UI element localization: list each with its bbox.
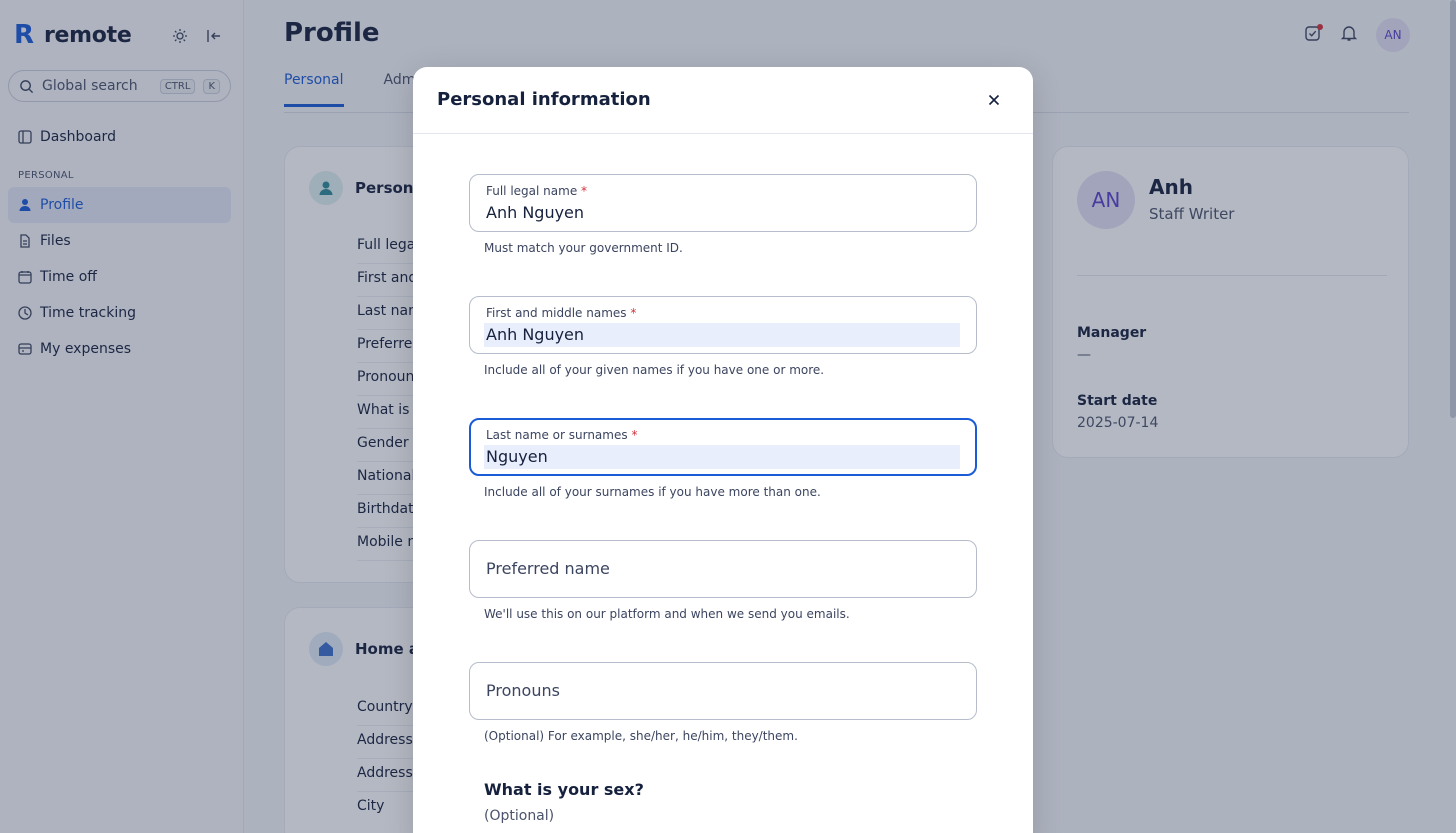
field-hint: Must match your government ID. (484, 241, 683, 255)
field-value: Anh Nguyen (486, 203, 585, 222)
field-value: Nguyen (484, 445, 960, 469)
modal-title: Personal information (437, 89, 651, 110)
field-placeholder: Preferred name (486, 559, 610, 578)
field-hint: Include all of your surnames if you have… (484, 485, 821, 499)
field-hint: (Optional) For example, she/her, he/him,… (484, 729, 798, 743)
required-marker: * (631, 428, 638, 442)
last-name-field[interactable]: Last name or surnames * Nguyen (469, 418, 977, 476)
sex-question-label: What is your sex? (484, 780, 644, 799)
required-marker: * (630, 306, 637, 320)
modal-header-divider (413, 133, 1033, 134)
required-marker: * (581, 184, 588, 198)
full-legal-name-field[interactable]: Full legal name * Anh Nguyen (469, 174, 977, 232)
close-button[interactable] (985, 91, 1003, 109)
field-label: Last name or surnames * (486, 428, 638, 442)
first-middle-names-field[interactable]: First and middle names * Anh Nguyen (469, 296, 977, 354)
close-icon (988, 94, 1000, 106)
field-label: First and middle names * (486, 306, 637, 320)
field-hint: We'll use this on our platform and when … (484, 607, 850, 621)
field-placeholder: Pronouns (486, 681, 560, 700)
preferred-name-field[interactable]: Preferred name (469, 540, 977, 598)
personal-information-modal: Personal information Full legal name * A… (413, 67, 1033, 833)
field-hint: Include all of your given names if you h… (484, 363, 825, 377)
field-label: Full legal name * (486, 184, 588, 198)
field-value: Anh Nguyen (484, 323, 960, 347)
sex-optional-label: (Optional) (484, 808, 555, 824)
pronouns-field[interactable]: Pronouns (469, 662, 977, 720)
page-scrollbar[interactable] (1450, 0, 1456, 418)
